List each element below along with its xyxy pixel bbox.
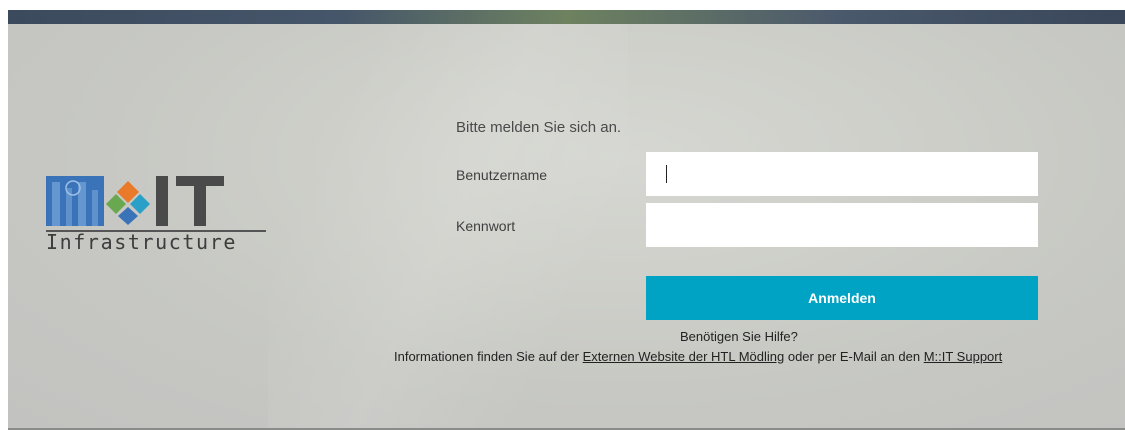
password-field[interactable] <box>646 203 1038 247</box>
mit-infrastructure-logo: Infrastructure <box>46 168 266 262</box>
logo-letter-t-stem <box>194 176 206 226</box>
top-banner <box>8 10 1125 24</box>
external-website-link[interactable]: Externen Website der HTL Mödling <box>583 349 785 364</box>
logo-mark <box>46 176 266 232</box>
logo-letter-i <box>156 176 168 226</box>
help-info-prefix: Informationen finden Sie auf der <box>394 349 583 364</box>
login-page: Infrastructure Bitte melden Sie sich an.… <box>8 10 1125 430</box>
logo-subtitle: Infrastructure <box>46 230 237 254</box>
logo-diamond-blue <box>118 207 138 225</box>
username-field[interactable] <box>646 152 1038 196</box>
login-prompt: Bitte melden Sie sich an. <box>456 119 622 136</box>
username-label: Benutzername <box>456 167 548 183</box>
help-info-middle: oder per E-Mail an den <box>784 349 924 364</box>
login-button[interactable]: Anmelden <box>646 276 1038 320</box>
background-sheen <box>268 24 628 428</box>
help-info-line: Informationen finden Sie auf der Externe… <box>394 349 1002 364</box>
password-label: Kennwort <box>456 218 516 234</box>
text-caret <box>666 165 667 183</box>
help-question: Benötigen Sie Hilfe? <box>680 329 798 344</box>
mit-support-link[interactable]: M::IT Support <box>924 349 1003 364</box>
